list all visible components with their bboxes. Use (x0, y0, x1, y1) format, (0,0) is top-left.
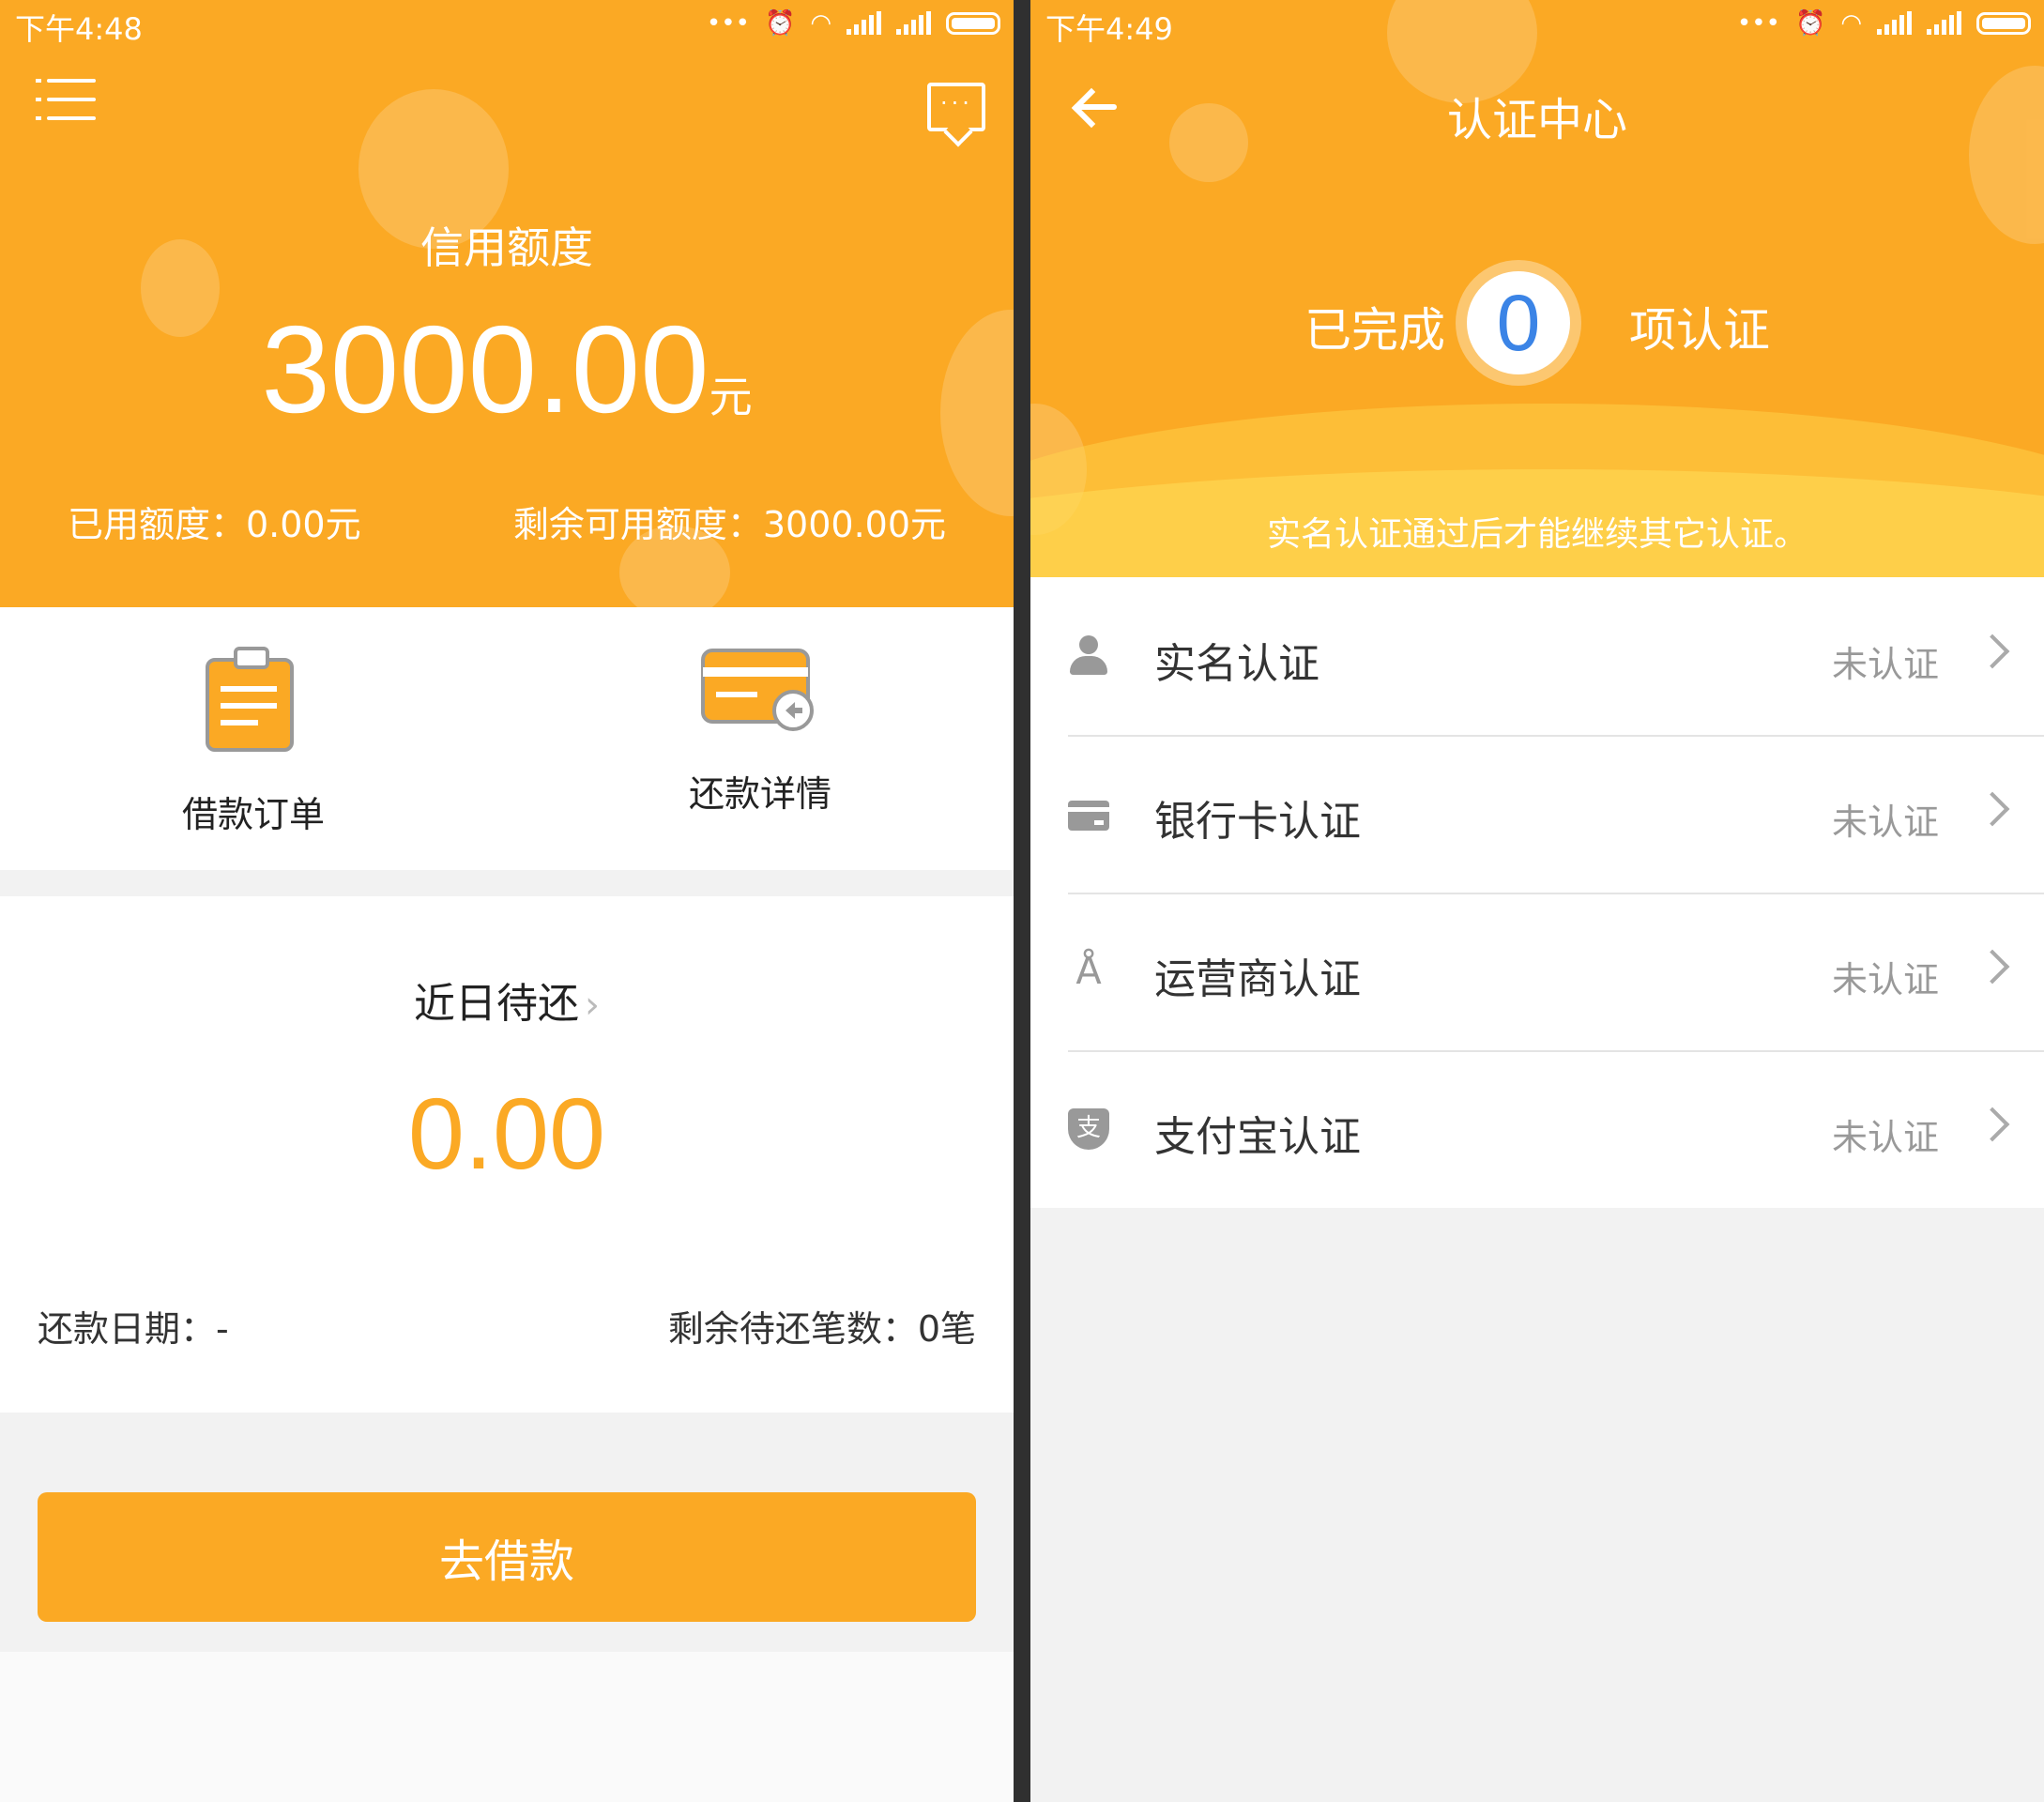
used-credit: 已用额度：0.00元 (68, 504, 361, 545)
wifi-icon: ◠ (810, 9, 831, 38)
item-status: 未认证 (1831, 802, 1939, 843)
alarm-icon: ⏰ (1794, 9, 1826, 38)
chevron-right-icon: › (585, 984, 600, 1027)
signal-icon (847, 11, 881, 35)
wifi-icon: ◠ (1840, 9, 1862, 38)
list-item-bank-card[interactable]: 银行卡认证 未认证 (1030, 735, 2044, 893)
signal-icon (1877, 11, 1912, 35)
item-name: 运营商认证 (1154, 955, 1361, 1003)
repayment-details-button[interactable]: 还款详情 (507, 645, 1014, 817)
certification-notice: 实名认证通过后才能继续其它认证。 (1266, 515, 1808, 554)
more-icon: ••• (1736, 9, 1780, 38)
clipboard-icon (206, 647, 294, 752)
list-item-carrier[interactable]: Å 运营商认证 未认证 (1030, 893, 2044, 1050)
signal-icon (1927, 11, 1961, 35)
home-screen: ··· 信用额度 3000.00元 已用额度：0.00元 剩余可用额度：3000… (0, 0, 1014, 1802)
message-icon[interactable]: ··· (927, 83, 985, 131)
battery-icon (946, 12, 1000, 35)
upcoming-title: 近日待还 (414, 980, 579, 1028)
borrow-button[interactable]: 去借款 (38, 1492, 976, 1622)
certification-list: 实名认证 未认证 银行卡认证 未认证 Å 运营商认证 未认证 支 支付宝认证 未… (1030, 577, 2044, 1208)
chevron-right-icon (1975, 634, 2010, 669)
status-bar: 下午4:49 ••• ⏰ ◠ (1030, 0, 2044, 53)
status-bar: 下午4:48 ••• ⏰ ◠ (0, 0, 1014, 53)
upcoming-amount: 0.00 (407, 1077, 606, 1190)
credit-amount: 3000.00元 (0, 298, 1014, 440)
remaining-credit: 剩余可用额度：3000.00元 (512, 504, 946, 545)
item-status: 未认证 (1831, 1117, 1939, 1158)
upcoming-title-link[interactable]: 近日待还 › (0, 970, 1014, 1030)
status-time: 下午4:48 (15, 11, 143, 47)
list-item-real-name[interactable]: 实名认证 未认证 (1030, 577, 2044, 735)
bank-card-icon (1068, 801, 1109, 831)
credit-amount-unit: 元 (709, 372, 753, 422)
item-status: 未认证 (1831, 959, 1939, 1000)
signal-icon (896, 11, 931, 35)
status-time: 下午4:49 (1045, 11, 1173, 47)
completed-suffix: 项认证 (1629, 303, 1770, 358)
chevron-right-icon (1975, 1107, 2010, 1142)
bottom-area (0, 1652, 1014, 1802)
alarm-icon: ⏰ (764, 9, 796, 38)
chevron-right-icon (1975, 791, 2010, 827)
list-item-alipay[interactable]: 支 支付宝认证 未认证 (1030, 1050, 2044, 1208)
item-status: 未认证 (1831, 644, 1939, 685)
battery-icon (1976, 12, 2031, 35)
item-name: 实名认证 (1154, 640, 1319, 688)
certification-center-screen: 认证中心 已完成 0 项认证 实名认证通过后才能继续其它认证。 下午4:49 •… (1030, 0, 2044, 1802)
card-return-icon (701, 649, 814, 731)
loan-orders-label: 借款订单 (181, 794, 325, 835)
credit-header: ··· 信用额度 3000.00元 已用额度：0.00元 剩余可用额度：3000… (0, 0, 1014, 607)
remaining-repayment-count: 剩余待还笔数：0笔 (667, 1308, 976, 1350)
credit-label: 信用额度 (420, 222, 593, 273)
credit-amount-value: 3000.00 (261, 300, 709, 438)
certification-header: 认证中心 已完成 0 项认证 实名认证通过后才能继续其它认证。 (1030, 0, 2044, 577)
item-name: 银行卡认证 (1154, 798, 1361, 846)
page-title: 认证中心 (1446, 94, 1627, 146)
chevron-right-icon (1975, 949, 2010, 985)
completed-prefix: 已完成 (1304, 303, 1445, 358)
item-name: 支付宝认证 (1154, 1113, 1361, 1161)
alipay-shield-icon: 支 (1068, 1108, 1109, 1150)
action-tiles: 借款订单 还款详情 (0, 607, 1014, 870)
repayment-details-label: 还款详情 (688, 773, 831, 815)
menu-icon[interactable] (36, 79, 96, 120)
upcoming-repayment-card: 近日待还 › 0.00 还款日期：- 剩余待还笔数：0笔 (0, 896, 1014, 1413)
loan-orders-button[interactable]: 借款订单 (0, 645, 507, 837)
signal-tower-icon: Å (1075, 950, 1102, 993)
completed-count: 0 (1467, 271, 1570, 374)
more-icon: ••• (706, 9, 750, 38)
completed-count-badge: 0 (1456, 260, 1581, 386)
repayment-date: 还款日期：- (38, 1308, 229, 1350)
person-icon (1068, 635, 1109, 677)
